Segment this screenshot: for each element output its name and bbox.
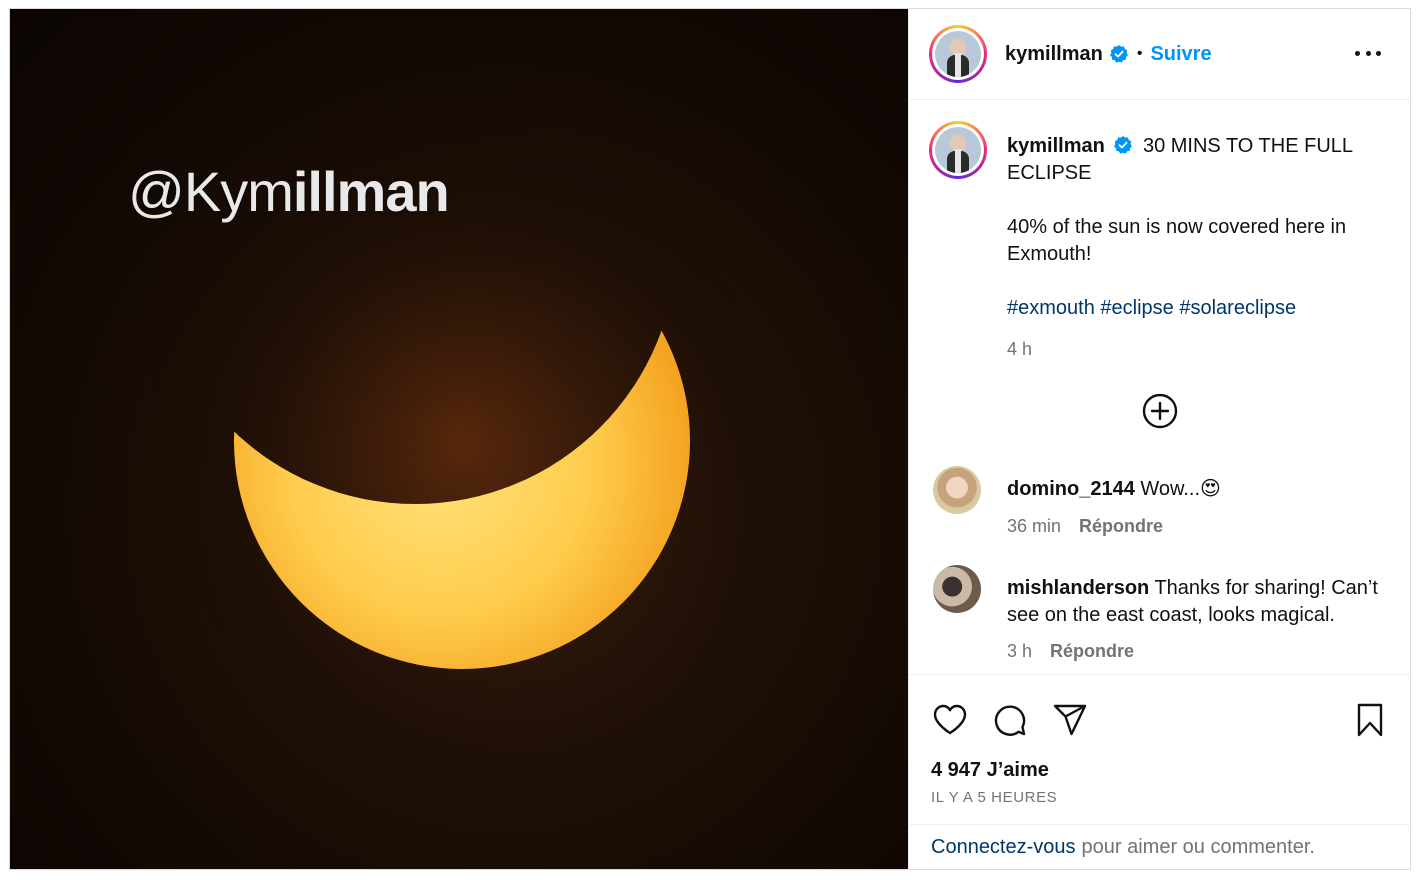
comment-username[interactable]: mishlanderson	[1007, 577, 1149, 599]
login-link[interactable]: Connectez-vous	[931, 836, 1076, 859]
likes-count[interactable]: 4 947 J’aime	[931, 759, 1049, 782]
caption-hashtags: #exmouth #eclipse #solareclipse	[1007, 295, 1397, 322]
hashtag-link[interactable]: #solareclipse	[1179, 297, 1296, 319]
comment-body: Wow...	[1140, 478, 1201, 500]
separator-dot: •	[1136, 45, 1143, 62]
comment-meta: 36 min Répondre	[1007, 516, 1163, 537]
post-timestamp: IL Y A 5 HEURES	[931, 789, 1058, 806]
comment-time: 3 h	[1007, 641, 1033, 661]
caption-line2: 40% of the sun is now covered here in Ex…	[1007, 216, 1347, 265]
more-horizontal-icon[interactable]	[1355, 43, 1381, 63]
hashtag-link[interactable]: #exmouth	[1007, 297, 1095, 319]
commenter-avatar[interactable]	[933, 565, 981, 613]
caption-username[interactable]: kymillman	[1007, 135, 1105, 157]
plus-circle-icon[interactable]	[1141, 392, 1179, 430]
comment-username[interactable]: domino_2144	[1007, 478, 1135, 500]
follow-button[interactable]: Suivre	[1150, 43, 1211, 66]
comment-meta: 3 h Répondre	[1007, 641, 1134, 662]
comment-item: mishlanderson Thanks for sharing! Can’t …	[933, 565, 1403, 661]
bookmark-icon[interactable]	[1351, 701, 1389, 739]
caption-text: kymillman 30 MINS TO THE FULL ECLIPSE 40…	[1007, 133, 1397, 363]
login-prompt-text: pour aimer ou commenter.	[1081, 836, 1315, 858]
reply-button[interactable]: Répondre	[1079, 516, 1163, 537]
comment-bubble-icon[interactable]	[991, 701, 1029, 739]
post-side-panel: kymillman • Suivre kymillman 30 MINS TO …	[908, 9, 1411, 869]
author-avatar[interactable]	[929, 25, 987, 83]
eclipse-sun-image	[132, 111, 792, 771]
commenter-avatar[interactable]	[933, 466, 981, 514]
comment-text: domino_2144 Wow...😍	[1007, 476, 1397, 503]
comment-time: 36 min	[1007, 516, 1062, 536]
comment-text: mishlanderson Thanks for sharing! Can’t …	[1007, 575, 1397, 629]
caption-avatar[interactable]	[929, 121, 987, 179]
heart-icon[interactable]	[931, 701, 969, 739]
comment-item: domino_2144 Wow...😍 36 min Répondre	[933, 466, 1403, 546]
post-dialog: @Kymillman kymillman • Suivre kymillman	[9, 8, 1411, 870]
verified-badge-icon	[1114, 136, 1133, 154]
verified-badge-icon	[1109, 45, 1128, 63]
watermark-text: @Kymillman	[128, 160, 450, 223]
post-header: kymillman • Suivre	[909, 9, 1411, 100]
post-image[interactable]: @Kymillman	[10, 9, 908, 869]
hashtag-link[interactable]: #eclipse	[1100, 297, 1173, 319]
caption-time: 4 h	[1007, 339, 1033, 359]
heart-eyes-emoji: 😍	[1200, 478, 1221, 500]
paper-plane-icon[interactable]	[1051, 701, 1089, 739]
login-prompt: Connectez-vous pour aimer ou commenter.	[909, 824, 1411, 870]
action-bar: 4 947 J’aime IL Y A 5 HEURES Connectez-v…	[909, 674, 1411, 869]
reply-button[interactable]: Répondre	[1050, 641, 1134, 662]
author-username[interactable]: kymillman	[1005, 43, 1103, 66]
